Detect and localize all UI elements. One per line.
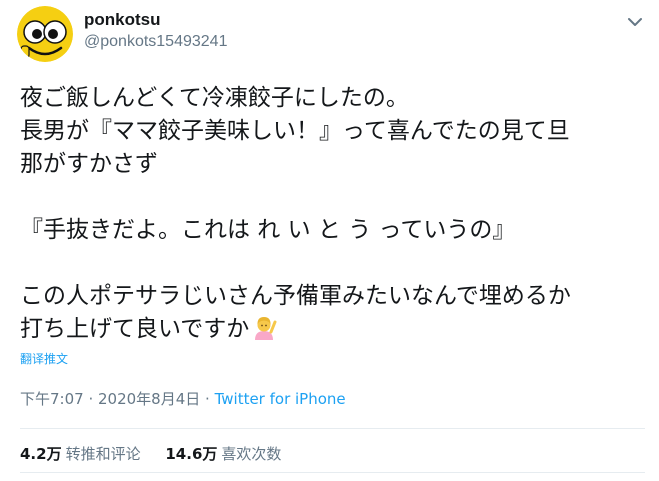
tweet-line: 『手抜きだよ。これは れ い と う っていうの』 [20,217,516,243]
avatar[interactable] [17,6,73,62]
tweet-line: この人ポテサラじいさん予備軍みたいなんで埋めるか [20,283,571,309]
author-display-name[interactable]: ponkotsu [84,10,227,30]
tweet-card: ponkotsu @ponkots15493241 夜ご飯しんどくて冷凍餃子にし… [0,0,659,481]
divider [20,428,645,429]
author-handle[interactable]: @ponkots15493241 [84,32,227,52]
likes-label: 喜欢次数 [221,445,282,463]
tweet-source-link[interactable]: Twitter for iPhone [215,390,346,408]
tweet-line-last: 打ち上げて良いですか [20,313,645,346]
meta-separator: · [200,390,215,408]
likes-stat[interactable]: 14.6万 喜欢次数 [165,444,281,464]
retweets-stat[interactable]: 4.2万 转推和评论 [20,444,141,464]
divider [20,472,645,473]
tweet-line-text: 打ち上げて良いですか [20,316,250,342]
chevron-down-icon[interactable] [626,14,644,28]
author-block: ponkotsu @ponkots15493241 [84,10,227,52]
tweet-line: 長男が『ママ餃子美味しい！』って喜んでたの見て旦 [20,118,570,144]
likes-count: 14.6万 [165,445,218,463]
tweet-date[interactable]: 2020年8月4日 [98,390,200,408]
tweet-stats: 4.2万 转推和评论 14.6万 喜欢次数 [20,444,301,464]
retweets-count: 4.2万 [20,445,62,463]
tweet-time[interactable]: 下午7:07 [20,390,84,408]
tweet-line: 那がすかさず [20,151,158,177]
meta-separator: · [83,390,98,408]
translate-tweet-link[interactable]: 翻译推文 [20,351,68,367]
person-raising-hand-emoji-icon [251,314,278,340]
tweet-meta: 下午7:07 · 2020年8月4日 · Twitter for iPhone [20,389,346,409]
tweet-text: 夜ご飯しんどくて冷凍餃子にしたの。 長男が『ママ餃子美味しい！』って喜んでたの見… [20,82,645,346]
retweets-label: 转推和评论 [65,445,141,463]
smiley-face-icon [17,6,73,62]
tweet-line: 夜ご飯しんどくて冷凍餃子にしたの。 [20,85,409,111]
